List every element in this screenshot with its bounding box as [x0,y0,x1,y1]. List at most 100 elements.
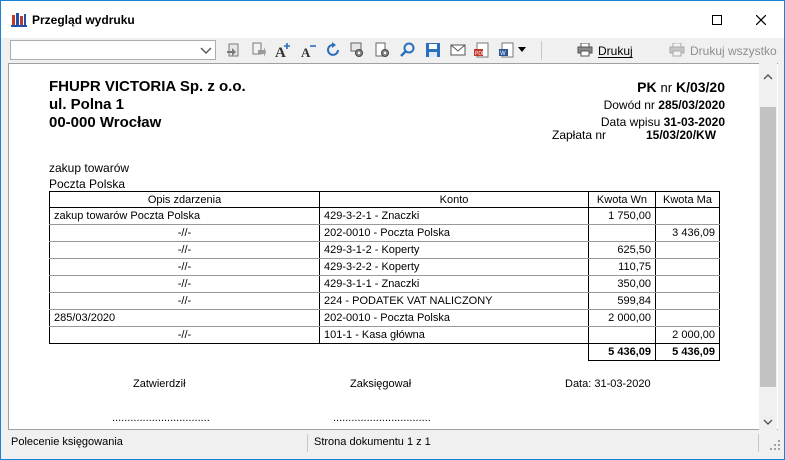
export-icon[interactable] [225,41,243,59]
cell-opis: -//- [49,292,320,310]
cell-opis: -//- [49,326,320,344]
table-row: zakup towarów Poczta Polska 429-3-2-1 - … [49,207,720,225]
company-block: FHUPR VICTORIA Sp. z o.o. ul. Polna 1 00… [49,78,246,132]
cell-konto: 429-3-2-1 - Znaczki [319,207,589,225]
zaplata-label: Zapłata nr [552,128,607,142]
svg-text:PDF: PDF [475,51,485,57]
cell-wn: 2 000,00 [588,309,656,327]
status-divider [307,434,308,452]
cell-wn: 110,75 [588,258,656,276]
totals-spacer [320,344,589,361]
refresh-icon[interactable] [324,41,342,59]
printer-icon [577,42,593,60]
total-wn: 5 436,09 [588,343,656,361]
status-page-info: Strona dokumentu 1 z 1 [314,436,431,448]
scrollbar-thumb[interactable] [760,107,776,387]
cell-ma [655,292,720,310]
table-row: -//- 429-3-2-2 - Koperty 110,75 [49,258,720,276]
save-icon[interactable] [424,41,442,59]
document-header: PK nr K/03/20 Dowód nr 285/03/2020 Data … [601,78,725,131]
company-street: ul. Polna 1 [49,96,125,113]
column-header: Kwota Ma [655,191,720,208]
company-name: FHUPR VICTORIA Sp. z o.o. [49,78,246,95]
settings-icon[interactable] [348,41,366,59]
close-button[interactable] [738,1,784,38]
cell-ma: 3 436,09 [655,224,720,242]
booked-label: Zaksięgował [350,378,412,390]
cell-wn: 625,50 [588,241,656,259]
data-wpisu-label: Data wpisu [600,115,661,129]
export-word-icon[interactable]: W [498,41,516,59]
column-header: Kwota Wn [588,191,656,208]
cell-opis: 285/03/2020 [49,309,320,327]
print-all-button[interactable]: Drukuj wszystko [669,42,777,60]
printer-all-icon [669,42,685,60]
document-type: PK [637,79,657,95]
entries-table: Opis zdarzenia Konto Kwota Wn Kwota Ma z… [49,191,720,361]
window-title: Przegląd wydruku [32,13,135,27]
cell-ma [655,275,720,293]
dowod-line: Dowód nr 285/03/2020 [601,97,725,114]
cell-ma: 2 000,00 [655,326,720,344]
description-line-2: Poczta Polska [49,177,126,191]
cell-wn [588,224,656,242]
description-line-1: zakup towarów [49,161,130,175]
column-header: Konto [319,191,589,208]
booked-signature-line: ................................ [333,412,431,424]
scroll-up-icon[interactable] [763,71,773,81]
report-select[interactable] [10,40,216,60]
svg-text:A: A [275,45,286,59]
document-nr-label: nr [660,80,673,95]
document-description: zakup towarów Poczta Polska [49,160,129,192]
zoom-in-font-icon[interactable]: A [274,41,292,59]
cell-wn: 1 750,00 [588,207,656,225]
cell-ma [655,309,720,327]
table-row: -//- 429-3-1-1 - Znaczki 350,00 [49,275,720,293]
zoom-out-font-icon[interactable]: A [299,41,317,59]
total-ma: 5 436,09 [655,343,720,361]
copy-icon[interactable] [249,41,267,59]
signature-date: Data: 31-03-2020 [565,378,651,390]
pdf-icon[interactable]: PDF [473,41,491,59]
dowod-label: Dowód nr [603,98,655,112]
scroll-down-icon[interactable] [763,416,773,426]
cell-konto: 202-0010 - Poczta Polska [319,309,589,327]
cell-konto: 101-1 - Kasa główna [319,326,589,344]
app-icon [11,11,27,27]
export-dropdown-icon[interactable] [516,41,528,59]
svg-text:A: A [301,45,311,59]
cell-ma [655,241,720,259]
dowod-value: 285/03/2020 [658,98,725,112]
totals-row: 5 436,09 5 436,09 [50,343,720,361]
totals-spacer [50,344,320,361]
status-document-type: Polecenie księgowania [11,436,123,448]
chevron-down-icon[interactable] [200,45,212,59]
column-header: Opis zdarzenia [49,191,320,208]
cell-konto: 202-0010 - Poczta Polska [319,224,589,242]
svg-text:W: W [500,51,506,57]
company-city: 00-000 Wrocław [49,114,162,131]
cell-konto: 429-3-1-2 - Koperty [319,241,589,259]
toolbar: A A PDF W Drukuj Drukuj wszystko [1,38,784,63]
print-preview-window: Przegląd wydruku A A PDF W Drukuj Drukuj… [0,0,785,460]
document-nr: K/03/20 [675,79,725,95]
page-settings-icon[interactable] [373,41,391,59]
cell-wn: 350,00 [588,275,656,293]
table-row: -//- 202-0010 - Poczta Polska 3 436,09 [49,224,720,242]
search-icon[interactable] [399,41,417,59]
resize-grip-icon[interactable] [770,439,780,453]
status-bar: Polecenie księgowania Strona dokumentu 1… [1,430,784,459]
cell-opis: -//- [49,224,320,242]
print-button[interactable]: Drukuj [577,42,633,60]
table-row: -//- 101-1 - Kasa główna 2 000,00 [49,326,720,344]
vertical-scrollbar[interactable] [759,63,777,430]
table-row: 285/03/2020 202-0010 - Poczta Polska 2 0… [49,309,720,327]
document-number: PK nr K/03/20 [601,78,725,97]
cell-konto: 429-3-2-2 - Koperty [319,258,589,276]
document-page: FHUPR VICTORIA Sp. z o.o. ul. Polna 1 00… [9,64,759,429]
approved-label: Zatwierdził [133,378,186,390]
email-icon[interactable] [449,41,467,59]
cell-konto: 429-3-1-1 - Znaczki [319,275,589,293]
maximize-button[interactable] [694,1,740,38]
status-divider [758,434,759,452]
